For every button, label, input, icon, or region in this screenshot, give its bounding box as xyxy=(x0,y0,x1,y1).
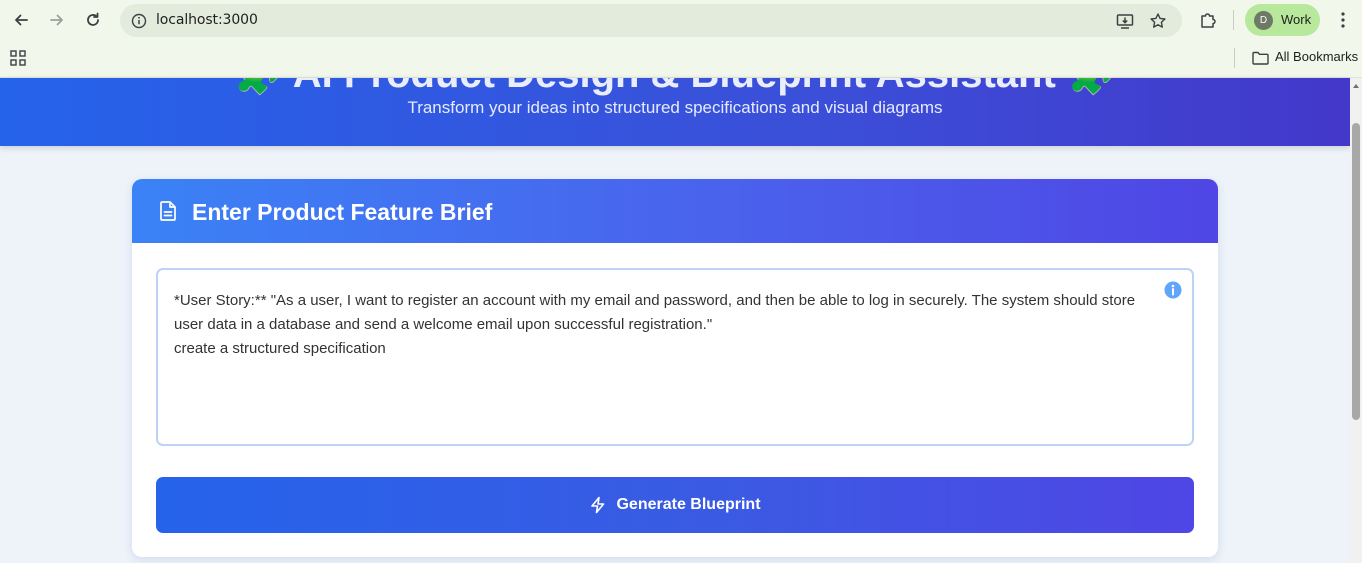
info-icon[interactable] xyxy=(1164,281,1182,299)
bookmarks-divider xyxy=(1234,48,1235,68)
avatar: D xyxy=(1254,11,1273,30)
forward-icon[interactable] xyxy=(44,8,70,32)
menu-icon[interactable] xyxy=(1330,8,1356,32)
page-scrollbar[interactable] xyxy=(1350,78,1362,563)
reload-icon[interactable] xyxy=(80,8,106,32)
star-icon[interactable] xyxy=(1147,10,1169,32)
install-app-icon[interactable] xyxy=(1114,10,1136,32)
page-subtitle: Transform your ideas into structured spe… xyxy=(407,98,943,117)
feature-brief-textarea[interactable]: *User Story:** "As a user, I want to reg… xyxy=(156,268,1194,446)
document-icon xyxy=(160,201,176,221)
card-header: Enter Product Feature Brief xyxy=(132,179,1218,243)
toolbar-divider xyxy=(1233,10,1234,30)
lightning-icon xyxy=(591,496,605,514)
generate-blueprint-label: Generate Blueprint xyxy=(616,496,761,513)
profile-chip[interactable]: D Work xyxy=(1245,4,1320,36)
apps-grid-icon[interactable] xyxy=(5,46,31,70)
card-title: Enter Product Feature Brief xyxy=(192,199,493,225)
bookmarks-bar xyxy=(0,40,1362,78)
browser-toolbar: localhost:3000 D Work xyxy=(0,0,1362,40)
profile-name: Work xyxy=(1281,12,1312,27)
address-url[interactable]: localhost:3000 xyxy=(156,12,258,28)
all-bookmarks-link[interactable]: All Bookmarks xyxy=(1275,49,1358,64)
hero-header: 🧩 AI Product Design & Blueprint Assistan… xyxy=(0,78,1350,146)
page-title: 🧩 AI Product Design & Blueprint Assistan… xyxy=(0,78,1350,97)
extensions-icon[interactable] xyxy=(1195,8,1221,32)
site-info-icon[interactable] xyxy=(128,10,150,32)
feature-brief-text[interactable]: *User Story:** "As a user, I want to reg… xyxy=(174,289,1164,361)
address-bar[interactable]: localhost:3000 xyxy=(120,4,1182,37)
back-icon[interactable] xyxy=(8,8,34,32)
feature-brief-card: Enter Product Feature Brief *User Story:… xyxy=(132,179,1218,557)
folder-icon xyxy=(1247,46,1273,70)
scrollbar-thumb[interactable] xyxy=(1352,123,1360,420)
scroll-up-icon[interactable] xyxy=(1352,82,1360,90)
generate-blueprint-button[interactable]: Generate Blueprint xyxy=(156,477,1194,533)
